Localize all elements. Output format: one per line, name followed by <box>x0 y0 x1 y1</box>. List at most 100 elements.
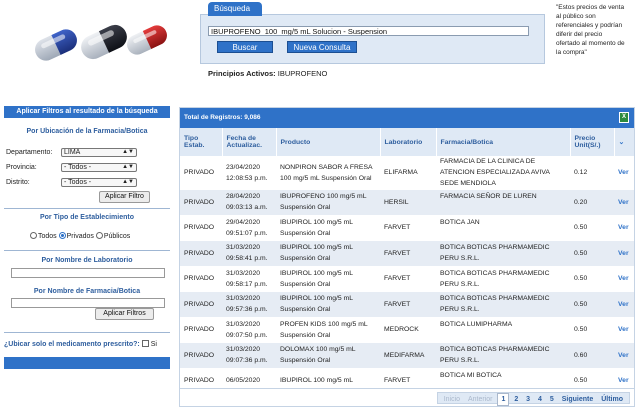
ver-link[interactable]: Ver <box>614 317 634 343</box>
cell-farmacia-text: BOTICA BOTICAS PHARMAMEDIC <box>440 244 550 252</box>
results-table: Tipo Estab. Fecha de Actualizac. Producto … <box>180 128 634 394</box>
col-header-producto[interactable]: Producto <box>276 128 381 156</box>
excel-export-icon[interactable]: X <box>619 112 629 123</box>
col-header-tipo[interactable]: Tipo Estab. <box>180 128 223 156</box>
cell-laboratorio-text: FARVET <box>384 249 411 257</box>
cell-fecha: 29/04/2020 09:51:07 p.m. <box>222 215 276 241</box>
cell-producto: IBUPIROL 100 mg/5 mL Suspensión Oral <box>276 215 380 241</box>
cell-fecha-text: 09:57:36 p.m. <box>226 306 268 314</box>
page-number[interactable]: 4 <box>535 394 545 405</box>
province-select[interactable]: - Todos - ▲▼ <box>61 163 137 172</box>
cell-tipo-text: PRIVADO <box>184 198 215 206</box>
col-header-laboratorio[interactable]: Laboratorio <box>380 128 437 156</box>
radio-publicos[interactable]: Públicos <box>95 232 130 240</box>
cell-tipo: PRIVADO <box>180 342 222 369</box>
district-select[interactable]: - Todos - ▲▼ <box>61 178 137 187</box>
cell-laboratorio: ELIFARMA <box>380 156 436 190</box>
cell-producto: PROFEN KIDS 100 mg/5 mL Suspensión Oral <box>276 317 380 343</box>
province-label: Provincia: <box>6 164 37 171</box>
cell-producto-text: NONPIRON SABOR A FRESA <box>280 163 373 171</box>
cell-laboratorio: MEDIFARMA <box>380 342 436 369</box>
ver-link[interactable]: Ver <box>614 291 634 318</box>
pill-red-icon <box>123 22 171 58</box>
ver-link[interactable]: Ver <box>614 189 634 216</box>
ver-link-text: Ver <box>618 275 629 283</box>
cell-producto-text: IBUPIROL 100 mg/5 mL <box>280 269 354 277</box>
cell-precio: 0.50 <box>570 317 614 343</box>
cell-fecha-text: 31/03/2020 <box>226 244 261 252</box>
cell-producto: DOLOMAX 100 mg/5 mL Suspensión Oral <box>276 342 380 369</box>
active-ingredients-label: Principios Activos: <box>208 69 276 78</box>
cell-fecha-text: 09:03:13 a.m. <box>226 204 268 212</box>
cell-producto: IBUPROFENO 100 mg/5 mL Suspensión Oral <box>276 189 380 216</box>
cell-laboratorio-text: FARVET <box>384 275 411 283</box>
prescribed-checkbox[interactable] <box>141 340 149 347</box>
ver-link[interactable]: Ver <box>614 215 634 241</box>
cell-tipo: PRIVADO <box>180 291 222 318</box>
cell-precio: 0.50 <box>570 291 614 318</box>
ver-link-text: Ver <box>618 249 629 257</box>
cell-farmacia-text: SEDE MENDIOLA <box>440 180 496 187</box>
cell-laboratorio: MEDROCK <box>380 317 436 343</box>
laboratory-input[interactable] <box>11 268 165 278</box>
cell-tipo-text: PRIVADO <box>184 169 215 176</box>
ver-link-text: Ver <box>618 224 629 232</box>
pharmacy-input[interactable] <box>11 298 165 308</box>
page-number[interactable]: 5 <box>547 394 557 405</box>
cell-fecha: 28/04/2020 09:03:13 a.m. <box>222 189 276 216</box>
page-previous[interactable]: Anterior <box>465 394 496 405</box>
ver-link-text: Ver <box>618 326 629 334</box>
search-button[interactable]: Buscar <box>217 41 273 53</box>
cell-precio: 0.60 <box>570 342 614 369</box>
disclaimer-line: la compra" <box>556 49 587 56</box>
page-next[interactable]: Siguiente <box>559 394 597 405</box>
search-input[interactable] <box>208 26 529 36</box>
ver-link-text: Ver <box>618 351 629 359</box>
cell-producto-text: DOLOMAX 100 mg/5 mL <box>280 346 356 354</box>
cell-farmacia-text: ATENCION ESPECIALIZADA AVIVA <box>440 169 550 176</box>
cell-precio: 0.50 <box>570 240 614 267</box>
sidebar-footer-bar <box>4 357 170 369</box>
location-filter-title: Por Ubicación de la Farmacia/Botica <box>26 128 148 135</box>
ver-link[interactable]: Ver <box>614 266 634 292</box>
divider <box>4 208 170 209</box>
select-caret-icon: ▲▼ <box>122 149 134 155</box>
results-header: Total de Registros: 9,086 X <box>180 108 634 128</box>
page-number[interactable]: 2 <box>511 394 521 405</box>
col-header-fecha[interactable]: Fecha de Actualizac. <box>222 128 277 156</box>
cell-fecha-text: 09:58:41 p.m. <box>226 255 268 263</box>
district-value: - Todos - <box>64 179 92 186</box>
cell-producto-text: IBUPIROL 100 mg/5 mL <box>280 295 354 303</box>
cell-precio-text: 0.50 <box>574 326 588 334</box>
radio-todos[interactable]: Todos <box>30 232 57 240</box>
department-value: LIMA <box>64 149 81 156</box>
sort-icon[interactable]: ⌄ <box>614 128 634 156</box>
page-last[interactable]: Último <box>598 394 626 405</box>
page-first[interactable]: Inicio <box>441 394 463 405</box>
ver-link[interactable]: Ver <box>614 342 634 369</box>
cell-producto: IBUPIROL 100 mg/5 mL Suspensión Oral <box>276 266 380 292</box>
establishment-type-radios: Todos Privados Públicos <box>30 232 130 240</box>
new-query-button[interactable]: Nueva Consulta <box>287 41 357 53</box>
ver-link[interactable]: Ver <box>614 240 634 267</box>
results-panel: Total de Registros: 9,086 X Tipo Estab. F… <box>179 107 635 407</box>
search-tab[interactable]: Búsqueda <box>208 2 262 16</box>
cell-fecha: 31/03/2020 09:58:41 p.m. <box>222 240 276 267</box>
prescribed-filter: ¿Ubicar solo el medicamento prescrito?: S… <box>4 340 157 348</box>
cell-laboratorio-text: HERSIL <box>384 198 409 206</box>
page-number[interactable]: 1 <box>497 393 510 406</box>
cell-laboratorio: FARVET <box>380 291 436 318</box>
department-label: Departamento: <box>6 149 53 156</box>
col-header-precio[interactable]: Precio Unit(S/.) <box>570 128 615 156</box>
cell-farmacia-text: BOTICA LUMIPHARMA <box>440 320 513 328</box>
cell-tipo-text: PRIVADO <box>184 275 215 283</box>
page-number[interactable]: 3 <box>523 394 533 405</box>
apply-filter-button[interactable]: Aplicar Filtro <box>99 191 150 203</box>
cell-fecha: 23/04/2020 12:08:53 p.m. <box>222 156 276 190</box>
department-select[interactable]: LIMA ▲▼ <box>61 148 137 157</box>
col-header-farmacia[interactable]: Farmacia/Botica <box>436 128 571 156</box>
cell-fecha: 31/03/2020 09:57:36 p.m. <box>222 291 276 318</box>
ver-link[interactable]: Ver <box>614 156 634 190</box>
radio-privados[interactable]: Privados <box>58 232 94 240</box>
apply-filters-button[interactable]: Aplicar Filtros <box>95 308 154 320</box>
